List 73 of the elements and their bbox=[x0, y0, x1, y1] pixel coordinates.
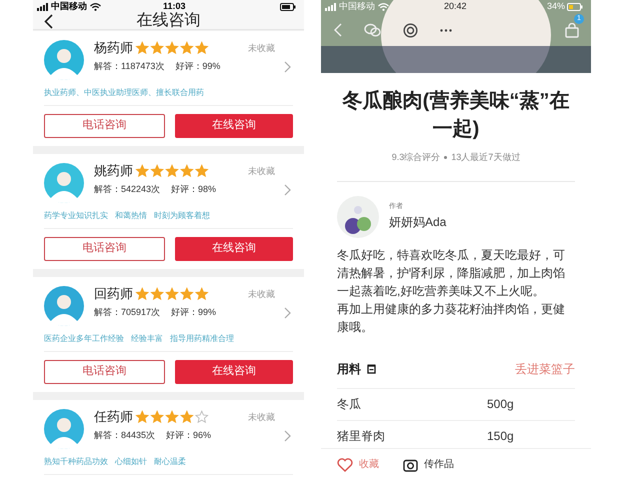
favorite-button[interactable]: 收藏 bbox=[337, 457, 379, 472]
battery-icon bbox=[280, 2, 296, 11]
favorite-status[interactable]: 未收藏 bbox=[248, 164, 275, 178]
rating-percent: 好评：98% bbox=[171, 182, 216, 196]
chevron-right-icon bbox=[284, 306, 291, 318]
wifi-icon bbox=[90, 2, 101, 11]
online-consult-button[interactable]: 在线咨询 bbox=[174, 360, 293, 384]
favorite-status[interactable]: 未收藏 bbox=[248, 42, 275, 55]
expertise-tag: 药学专业知识扎实 bbox=[44, 210, 108, 222]
answer-count: 解答：705917次 bbox=[94, 306, 160, 318]
rating-percent: 好评：99% bbox=[175, 60, 220, 72]
expertise-tag: 心细如针 bbox=[115, 456, 147, 468]
chevron-right-icon bbox=[284, 60, 291, 72]
avatar-icon bbox=[44, 40, 84, 80]
overall-score: 9.3综合评分 bbox=[392, 151, 440, 164]
more-icon[interactable] bbox=[440, 28, 452, 32]
expertise-tag: 执业药师、中医执业助理医师、擅长联合用药 bbox=[44, 86, 204, 98]
ingredient-name: 猪里脊肉 bbox=[337, 428, 386, 445]
back-icon[interactable] bbox=[44, 14, 53, 28]
description-text: 冬瓜好吃，特喜欢吃冬瓜，夏天吃最好，可清热解暑，护肾利尿，降脂减肥，加上肉馅一起蒸着吃,好吃营养美味又不上火呢。 bbox=[337, 246, 566, 300]
signal-icon bbox=[37, 2, 49, 11]
chevron-right-icon bbox=[284, 184, 291, 196]
online-consult-button[interactable]: 在线咨询 bbox=[174, 236, 293, 260]
ingredient-amount: 150g bbox=[487, 428, 514, 445]
answer-count: 解答：84435次 bbox=[94, 428, 156, 442]
battery-percent: 34% bbox=[546, 0, 565, 14]
avatar-icon bbox=[44, 408, 84, 448]
expertise-tag: 经验丰富 bbox=[131, 332, 163, 344]
avatar-icon bbox=[44, 162, 84, 202]
phone-consult-button[interactable]: 电话咨询 bbox=[44, 114, 164, 138]
upload-work-button[interactable]: 传作品 bbox=[403, 457, 454, 472]
flower-avatar-icon bbox=[337, 196, 379, 238]
pharmacist-name: 姚药师 bbox=[94, 162, 133, 180]
add-to-basket-link[interactable]: 丢进菜篮子 bbox=[515, 360, 575, 378]
avatar-icon bbox=[44, 286, 84, 326]
status-time: 20:42 bbox=[444, 0, 467, 13]
expertise-tag: 熟知千种药品功效 bbox=[44, 456, 108, 468]
pharmacist-name: 回药师 bbox=[94, 284, 133, 303]
page-title: 在线咨询 bbox=[136, 10, 202, 31]
battery-icon bbox=[567, 3, 583, 11]
status-time: 11:03 bbox=[163, 0, 186, 12]
author-name[interactable]: 妍妍妈Ada bbox=[389, 212, 446, 231]
expertise-tag: 耐心温柔 bbox=[154, 456, 186, 468]
pharmacist-name: 杨药师 bbox=[94, 38, 133, 57]
phone-consult-button[interactable]: 电话咨询 bbox=[44, 236, 164, 260]
camera-lens-icon[interactable] bbox=[403, 22, 418, 38]
wifi-icon bbox=[378, 3, 389, 11]
favorite-status[interactable]: 未收藏 bbox=[248, 410, 275, 424]
container-icon bbox=[367, 364, 376, 374]
heart-icon bbox=[337, 458, 353, 472]
ingredient-amount: 500g bbox=[487, 396, 514, 413]
ingredient-name: 冬瓜 bbox=[337, 396, 362, 413]
pharmacist-name: 任药师 bbox=[94, 408, 133, 426]
carrier-name: 中国移动 bbox=[51, 0, 87, 13]
rating-percent: 好评：96% bbox=[166, 428, 212, 442]
signal-icon bbox=[325, 3, 337, 11]
expertise-tag: 时刻为顾客着想 bbox=[154, 210, 210, 222]
recent-cooks: 13人最近7天做过 bbox=[451, 151, 520, 164]
expertise-tag: 医药企业多年工作经验 bbox=[44, 332, 124, 344]
carrier-name: 中国移动 bbox=[339, 0, 375, 14]
camera-icon bbox=[403, 458, 418, 472]
expertise-tag: 和蔼热情 bbox=[115, 210, 147, 222]
description-text: 再加上用健康的多力葵花籽油拌肉馅，更健康哦。 bbox=[337, 300, 566, 336]
chevron-right-icon bbox=[284, 430, 291, 442]
expertise-tag: 指导用药精准合理 bbox=[170, 332, 234, 344]
answer-count: 解答：542243次 bbox=[94, 182, 160, 196]
phone-consult-button[interactable]: 电话咨询 bbox=[44, 360, 164, 384]
ingredients-heading: 用料 bbox=[337, 360, 361, 378]
favorite-status[interactable]: 未收藏 bbox=[248, 288, 275, 301]
rating-percent: 好评：99% bbox=[171, 306, 216, 318]
recipe-title: 冬瓜酿肉(营养美味“蒸”在一起) bbox=[341, 88, 570, 142]
answer-count: 解答：1187473次 bbox=[94, 60, 164, 72]
online-consult-button[interactable]: 在线咨询 bbox=[174, 114, 293, 138]
